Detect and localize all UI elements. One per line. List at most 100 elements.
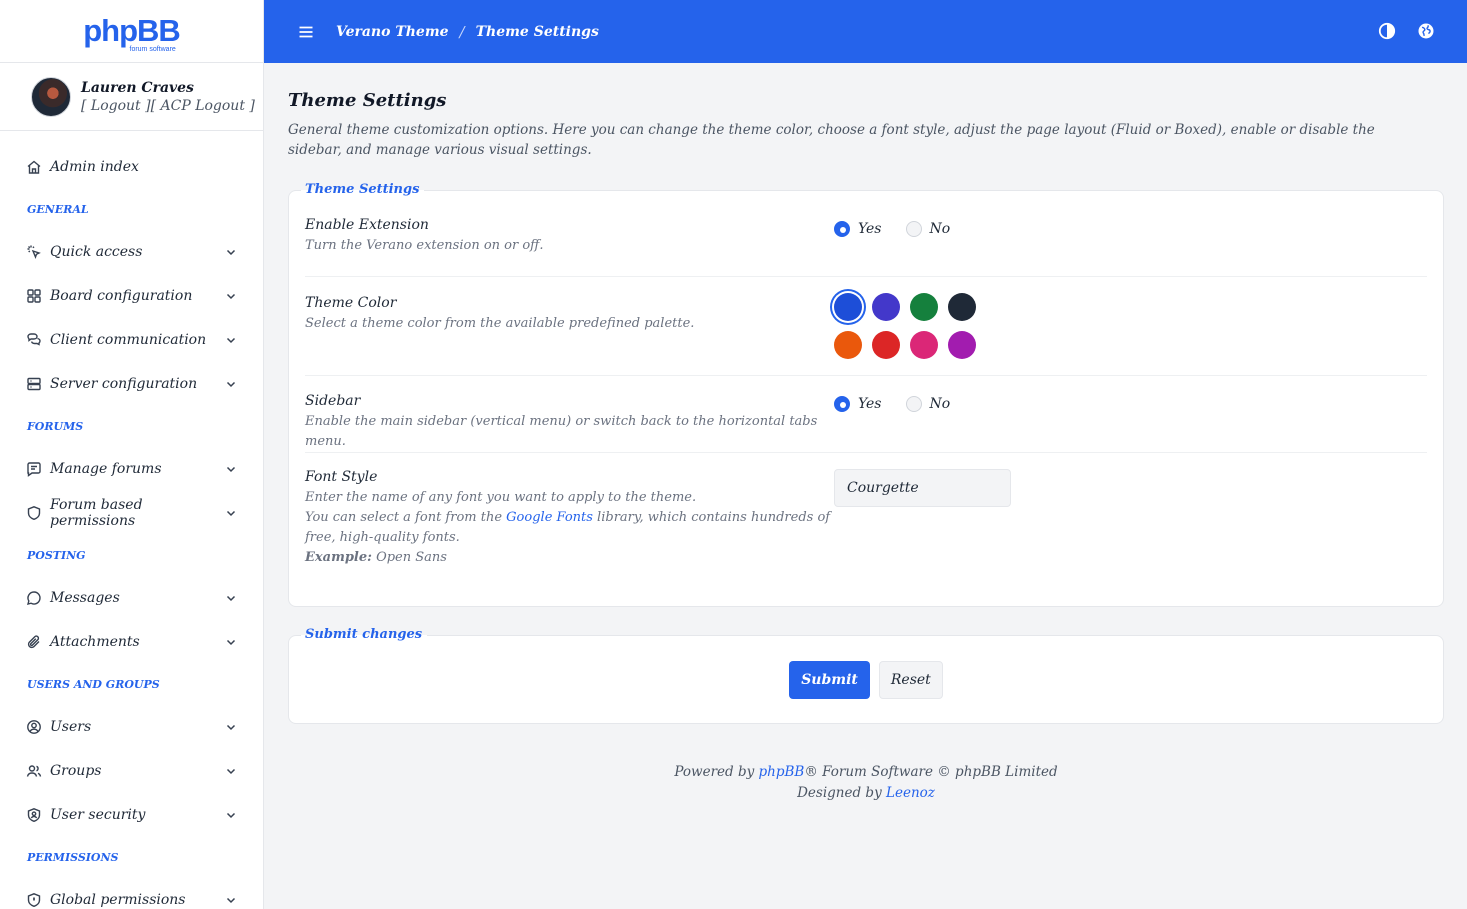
color-swatch[interactable] xyxy=(872,331,900,359)
chevron-down-icon xyxy=(226,639,236,646)
avatar[interactable] xyxy=(31,76,71,117)
hamburger-menu-icon[interactable] xyxy=(297,23,315,41)
sidebar-item-quick-access[interactable]: Quick access xyxy=(0,230,263,274)
sidebar-radio-group: Yes No xyxy=(834,396,1427,412)
top-actions xyxy=(1378,22,1435,40)
message-square-icon xyxy=(27,462,41,477)
color-swatch[interactable] xyxy=(872,293,900,321)
footer-text: Powered by xyxy=(674,764,759,780)
sidebar-item-manage-forums[interactable]: Manage forums xyxy=(0,447,263,491)
radio-label-no[interactable]: No xyxy=(930,396,951,412)
breadcrumb: Verano Theme / Theme Settings xyxy=(336,23,599,41)
sidebar-item-messages[interactable]: Messages xyxy=(0,576,263,620)
sidebar-nav: Admin index General Quick access Board c… xyxy=(0,131,263,909)
logo-subtext: forum software xyxy=(129,46,176,53)
page-description: General theme customization options. Her… xyxy=(288,122,1375,158)
theme-settings-panel: Theme Settings Enable Extension Turn the… xyxy=(288,181,1444,607)
section-permissions: Permissions xyxy=(27,851,119,864)
phpbb-logo[interactable]: phpBB forum software xyxy=(83,13,181,53)
shield-alert-icon xyxy=(27,893,41,908)
radio-label-no[interactable]: No xyxy=(930,221,951,237)
server-icon xyxy=(27,377,41,391)
sidebar-yes-radio[interactable] xyxy=(834,396,850,412)
section-general: General xyxy=(27,203,89,216)
main-content: Theme Settings General theme customizati… xyxy=(288,63,1444,804)
setting-description: Enable the main sidebar (vertical menu) … xyxy=(305,414,818,449)
sidebar-item-label: Server configuration xyxy=(50,376,198,392)
sidebar-item-attachments[interactable]: Attachments xyxy=(0,620,263,664)
color-swatch[interactable] xyxy=(948,293,976,321)
panel-legend: Theme Settings xyxy=(301,181,425,199)
submit-panel: Submit changes Submit Reset xyxy=(288,626,1444,724)
footer: Powered by phpBB® Forum Software © phpBB… xyxy=(288,762,1444,804)
pointer-click-icon xyxy=(27,245,41,259)
sidebar-item-label: Messages xyxy=(50,590,120,606)
designed-by: Designed by Leenoz xyxy=(288,783,1444,804)
setting-description: Select a theme color from the available … xyxy=(305,316,695,331)
chevron-down-icon xyxy=(226,381,236,388)
setting-theme-color: Theme Color Select a theme color from th… xyxy=(305,277,1427,376)
chevron-down-icon xyxy=(226,724,236,731)
grid-icon xyxy=(27,289,41,303)
home-icon xyxy=(27,160,41,174)
submit-button[interactable]: Submit xyxy=(789,660,870,699)
shield-user-icon xyxy=(27,808,41,823)
font-style-input[interactable] xyxy=(834,469,1011,507)
section-forums: Forums xyxy=(27,420,84,433)
phpbb-link[interactable]: phpBB xyxy=(759,764,805,780)
sidebar-item-users[interactable]: Users xyxy=(0,705,263,749)
globe-icon[interactable] xyxy=(1417,22,1435,40)
color-swatch[interactable] xyxy=(910,293,938,321)
sidebar-item-label: Manage forums xyxy=(50,461,162,477)
user-circle-icon xyxy=(27,720,41,734)
page-title: Theme Settings xyxy=(288,90,447,111)
setting-title: Sidebar xyxy=(305,393,361,409)
sidebar-item-admin-index[interactable]: Admin index xyxy=(0,145,263,189)
logo-text: phpBB xyxy=(83,13,181,48)
sidebar-item-client-communication[interactable]: Client communication xyxy=(0,318,263,362)
panel-legend: Submit changes xyxy=(301,626,428,644)
user-name[interactable]: Lauren Craves xyxy=(81,80,255,96)
sidebar-item-groups[interactable]: Groups xyxy=(0,749,263,793)
enable-yes-radio[interactable] xyxy=(834,221,850,237)
chat-bubbles-icon xyxy=(27,333,41,346)
shield-icon xyxy=(27,506,41,521)
message-circle-icon xyxy=(27,591,41,605)
sidebar-item-forum-permissions[interactable]: Forum based permissions xyxy=(0,491,263,535)
leenoz-link[interactable]: Leenoz xyxy=(886,785,935,801)
sidebar-item-label: User security xyxy=(50,807,146,823)
reset-button[interactable]: Reset xyxy=(878,660,943,699)
color-swatch[interactable] xyxy=(910,331,938,359)
sidebar-item-board-configuration[interactable]: Board configuration xyxy=(0,274,263,318)
radio-label-yes[interactable]: Yes xyxy=(858,396,882,412)
sidebar-item-label: Admin index xyxy=(50,159,139,175)
radio-label-yes[interactable]: Yes xyxy=(858,221,882,237)
sidebar-item-user-security[interactable]: User security xyxy=(0,793,263,837)
breadcrumb-verano-theme[interactable]: Verano Theme xyxy=(336,24,449,40)
contrast-toggle-icon[interactable] xyxy=(1378,22,1396,40)
enable-extension-radio-group: Yes No xyxy=(834,221,1427,237)
users-icon xyxy=(26,765,42,777)
logout-links[interactable]: [ Logout ][ ACP Logout ] xyxy=(81,98,255,114)
chevron-down-icon xyxy=(226,466,236,473)
color-swatch[interactable] xyxy=(834,331,862,359)
sidebar-no-radio[interactable] xyxy=(905,396,922,412)
sidebar-item-label: Board configuration xyxy=(50,288,193,304)
setting-font-style: Font Style Enter the name of any font yo… xyxy=(305,453,1427,606)
font-example: Example: Open Sans xyxy=(305,548,834,568)
chevron-down-icon xyxy=(226,249,236,256)
sidebar-item-global-permissions[interactable]: Global permissions xyxy=(0,878,263,909)
enable-no-radio[interactable] xyxy=(905,221,922,237)
color-swatch[interactable] xyxy=(834,293,862,321)
setting-title: Theme Color xyxy=(305,295,397,311)
chevron-down-icon xyxy=(226,812,236,819)
font-desc-line-1: Enter the name of any font you want to a… xyxy=(305,490,697,505)
setting-title: Enable Extension xyxy=(305,217,429,233)
chevron-down-icon xyxy=(226,595,236,602)
setting-sidebar: Sidebar Enable the main sidebar (vertica… xyxy=(305,376,1427,453)
google-fonts-link[interactable]: Google Fonts xyxy=(506,510,593,525)
section-users-groups: Users and Groups xyxy=(27,678,160,691)
sidebar-item-server-configuration[interactable]: Server configuration xyxy=(0,362,263,406)
color-swatch[interactable] xyxy=(948,331,976,359)
breadcrumb-theme-settings[interactable]: Theme Settings xyxy=(476,24,599,40)
